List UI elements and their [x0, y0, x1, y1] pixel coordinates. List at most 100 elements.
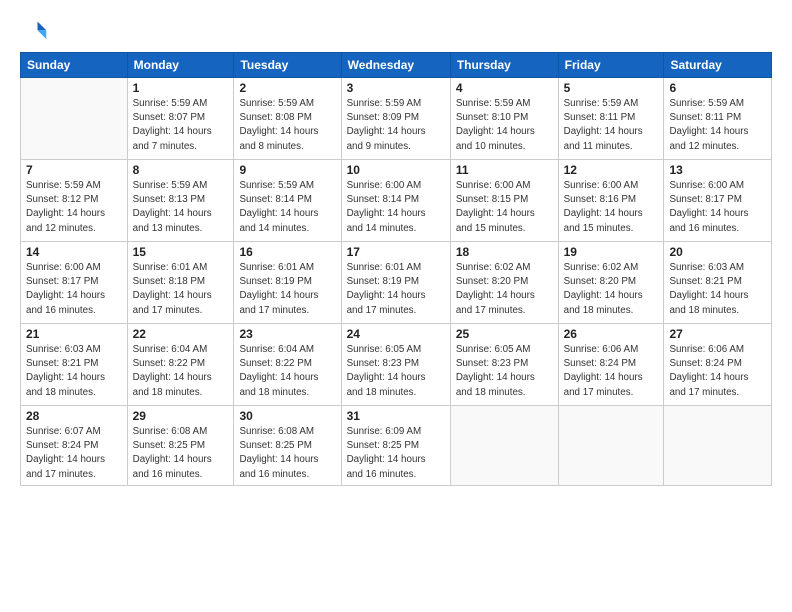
- day-number: 26: [564, 327, 659, 341]
- day-cell: 4 Sunrise: 5:59 AMSunset: 8:10 PMDaylight…: [450, 78, 558, 160]
- day-info: Sunrise: 5:59 AMSunset: 8:11 PMDaylight:…: [564, 97, 659, 154]
- day-info: Sunrise: 6:04 AMSunset: 8:22 PMDaylight:…: [133, 343, 229, 400]
- day-info: Sunrise: 6:00 AMSunset: 8:17 PMDaylight:…: [26, 261, 122, 318]
- day-cell: 18 Sunrise: 6:02 AMSunset: 8:20 PMDayligh…: [450, 242, 558, 324]
- day-cell: [558, 406, 664, 486]
- day-info: Sunrise: 6:07 AMSunset: 8:24 PMDaylight:…: [26, 425, 122, 482]
- day-info: Sunrise: 6:06 AMSunset: 8:24 PMDaylight:…: [564, 343, 659, 400]
- day-number: 15: [133, 245, 229, 259]
- day-info: Sunrise: 5:59 AMSunset: 8:07 PMDaylight:…: [133, 97, 229, 154]
- day-number: 13: [669, 163, 766, 177]
- day-cell: 16 Sunrise: 6:01 AMSunset: 8:19 PMDayligh…: [234, 242, 341, 324]
- day-cell: 28Sunrise: 6:07 AMSunset: 8:24 PMDayligh…: [21, 406, 128, 486]
- day-info: Sunrise: 6:00 AMSunset: 8:15 PMDaylight:…: [456, 179, 553, 236]
- day-info: Sunrise: 6:00 AMSunset: 8:14 PMDaylight:…: [347, 179, 445, 236]
- day-cell: 14 Sunrise: 6:00 AMSunset: 8:17 PMDayligh…: [21, 242, 128, 324]
- day-cell: 30Sunrise: 6:08 AMSunset: 8:25 PMDayligh…: [234, 406, 341, 486]
- day-number: 19: [564, 245, 659, 259]
- day-cell: 11 Sunrise: 6:00 AMSunset: 8:15 PMDayligh…: [450, 160, 558, 242]
- column-header-tuesday: Tuesday: [234, 53, 341, 78]
- day-number: 5: [564, 81, 659, 95]
- day-number: 9: [239, 163, 335, 177]
- day-cell: 17 Sunrise: 6:01 AMSunset: 8:19 PMDayligh…: [341, 242, 450, 324]
- day-cell: 6 Sunrise: 5:59 AMSunset: 8:11 PMDaylight…: [664, 78, 772, 160]
- day-number: 20: [669, 245, 766, 259]
- day-cell: 8 Sunrise: 5:59 AMSunset: 8:13 PMDaylight…: [127, 160, 234, 242]
- day-info: Sunrise: 6:05 AMSunset: 8:23 PMDaylight:…: [347, 343, 445, 400]
- day-number: 6: [669, 81, 766, 95]
- day-number: 31: [347, 409, 445, 423]
- day-number: 29: [133, 409, 229, 423]
- week-row-2: 7Sunrise: 5:59 AMSunset: 8:12 PMDaylight…: [21, 160, 772, 242]
- logo: [20, 18, 52, 46]
- day-info: Sunrise: 6:05 AMSunset: 8:23 PMDaylight:…: [456, 343, 553, 400]
- day-info: Sunrise: 6:02 AMSunset: 8:20 PMDaylight:…: [456, 261, 553, 318]
- day-info: Sunrise: 6:02 AMSunset: 8:20 PMDaylight:…: [564, 261, 659, 318]
- day-number: 4: [456, 81, 553, 95]
- day-number: 14: [26, 245, 122, 259]
- day-cell: [450, 406, 558, 486]
- day-cell: 3Sunrise: 5:59 AMSunset: 8:09 PMDaylight…: [341, 78, 450, 160]
- day-cell: 15Sunrise: 6:01 AMSunset: 8:18 PMDayligh…: [127, 242, 234, 324]
- column-header-friday: Friday: [558, 53, 664, 78]
- day-number: 1: [133, 81, 229, 95]
- day-number: 18: [456, 245, 553, 259]
- day-info: Sunrise: 6:00 AMSunset: 8:16 PMDaylight:…: [564, 179, 659, 236]
- calendar-table: SundayMondayTuesdayWednesdayThursdayFrid…: [20, 52, 772, 486]
- day-cell: 7Sunrise: 5:59 AMSunset: 8:12 PMDaylight…: [21, 160, 128, 242]
- day-info: Sunrise: 6:08 AMSunset: 8:25 PMDaylight:…: [133, 425, 229, 482]
- day-cell: 29 Sunrise: 6:08 AMSunset: 8:25 PMDayligh…: [127, 406, 234, 486]
- day-info: Sunrise: 6:01 AMSunset: 8:19 PMDaylight:…: [347, 261, 445, 318]
- column-header-thursday: Thursday: [450, 53, 558, 78]
- day-info: Sunrise: 5:59 AMSunset: 8:13 PMDaylight:…: [133, 179, 229, 236]
- day-cell: 5 Sunrise: 5:59 AMSunset: 8:11 PMDaylight…: [558, 78, 664, 160]
- column-header-sunday: Sunday: [21, 53, 128, 78]
- calendar-body: 1 Sunrise: 5:59 AMSunset: 8:07 PMDaylight…: [21, 78, 772, 486]
- day-cell: 19 Sunrise: 6:02 AMSunset: 8:20 PMDayligh…: [558, 242, 664, 324]
- day-number: 11: [456, 163, 553, 177]
- day-info: Sunrise: 6:00 AMSunset: 8:17 PMDaylight:…: [669, 179, 766, 236]
- day-cell: 10 Sunrise: 6:00 AMSunset: 8:14 PMDayligh…: [341, 160, 450, 242]
- day-info: Sunrise: 5:59 AMSunset: 8:10 PMDaylight:…: [456, 97, 553, 154]
- day-number: 16: [239, 245, 335, 259]
- day-number: 10: [347, 163, 445, 177]
- day-cell: 26 Sunrise: 6:06 AMSunset: 8:24 PMDayligh…: [558, 324, 664, 406]
- week-row-1: 1 Sunrise: 5:59 AMSunset: 8:07 PMDaylight…: [21, 78, 772, 160]
- calendar-header: SundayMondayTuesdayWednesdayThursdayFrid…: [21, 53, 772, 78]
- day-info: Sunrise: 6:08 AMSunset: 8:25 PMDaylight:…: [239, 425, 335, 482]
- day-number: 23: [239, 327, 335, 341]
- day-number: 12: [564, 163, 659, 177]
- week-row-4: 21 Sunrise: 6:03 AMSunset: 8:21 PMDayligh…: [21, 324, 772, 406]
- day-cell: 9 Sunrise: 5:59 AMSunset: 8:14 PMDaylight…: [234, 160, 341, 242]
- day-cell: 23 Sunrise: 6:04 AMSunset: 8:22 PMDayligh…: [234, 324, 341, 406]
- day-cell: [21, 78, 128, 160]
- day-cell: 13 Sunrise: 6:00 AMSunset: 8:17 PMDayligh…: [664, 160, 772, 242]
- day-info: Sunrise: 5:59 AMSunset: 8:14 PMDaylight:…: [239, 179, 335, 236]
- day-cell: 25 Sunrise: 6:05 AMSunset: 8:23 PMDayligh…: [450, 324, 558, 406]
- day-number: 2: [239, 81, 335, 95]
- day-cell: 1 Sunrise: 5:59 AMSunset: 8:07 PMDaylight…: [127, 78, 234, 160]
- day-number: 3: [347, 81, 445, 95]
- day-cell: 20Sunrise: 6:03 AMSunset: 8:21 PMDayligh…: [664, 242, 772, 324]
- day-cell: 31 Sunrise: 6:09 AMSunset: 8:25 PMDayligh…: [341, 406, 450, 486]
- day-number: 17: [347, 245, 445, 259]
- day-info: Sunrise: 6:03 AMSunset: 8:21 PMDaylight:…: [26, 343, 122, 400]
- week-row-3: 14 Sunrise: 6:00 AMSunset: 8:17 PMDayligh…: [21, 242, 772, 324]
- day-cell: 12 Sunrise: 6:00 AMSunset: 8:16 PMDayligh…: [558, 160, 664, 242]
- header-row: SundayMondayTuesdayWednesdayThursdayFrid…: [21, 53, 772, 78]
- day-number: 25: [456, 327, 553, 341]
- day-info: Sunrise: 6:09 AMSunset: 8:25 PMDaylight:…: [347, 425, 445, 482]
- day-info: Sunrise: 6:01 AMSunset: 8:19 PMDaylight:…: [239, 261, 335, 318]
- day-number: 8: [133, 163, 229, 177]
- header: [20, 18, 772, 46]
- day-info: Sunrise: 6:04 AMSunset: 8:22 PMDaylight:…: [239, 343, 335, 400]
- day-info: Sunrise: 5:59 AMSunset: 8:11 PMDaylight:…: [669, 97, 766, 154]
- week-row-5: 28Sunrise: 6:07 AMSunset: 8:24 PMDayligh…: [21, 406, 772, 486]
- day-info: Sunrise: 6:06 AMSunset: 8:24 PMDaylight:…: [669, 343, 766, 400]
- day-number: 27: [669, 327, 766, 341]
- page: SundayMondayTuesdayWednesdayThursdayFrid…: [0, 0, 792, 612]
- day-cell: 21 Sunrise: 6:03 AMSunset: 8:21 PMDayligh…: [21, 324, 128, 406]
- day-number: 21: [26, 327, 122, 341]
- day-cell: 2Sunrise: 5:59 AMSunset: 8:08 PMDaylight…: [234, 78, 341, 160]
- day-cell: [664, 406, 772, 486]
